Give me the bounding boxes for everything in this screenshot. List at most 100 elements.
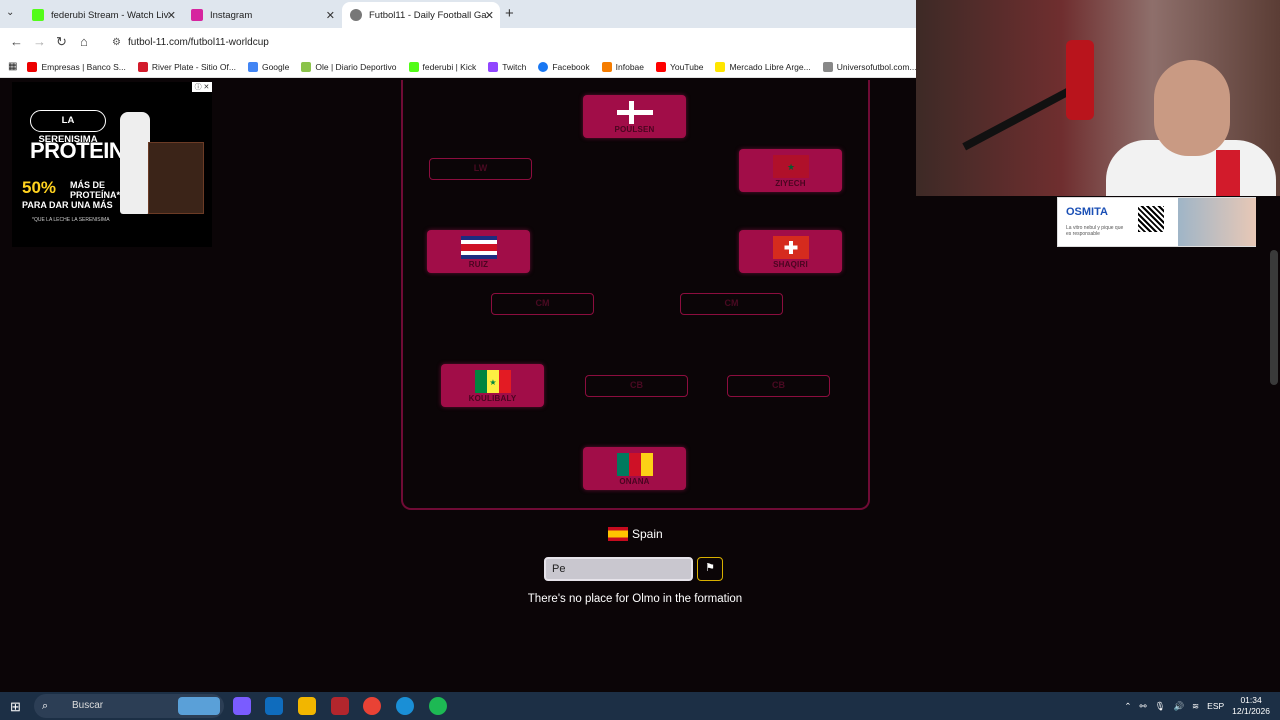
player-card: ★ KOULIBALY [441, 364, 544, 407]
advertisement[interactable]: ⓘ ✕ LA SERENISIMA PROTEIN 50% MÁS DE PRO… [12, 82, 212, 247]
tab-futbol11[interactable]: Futbol11 - Daily Football Game ✕ [342, 2, 500, 28]
bookmark-item[interactable]: River Plate - Sitio Of... [137, 61, 236, 72]
empty-slot-lw[interactable]: LW [429, 158, 532, 180]
url-field[interactable]: ⚙ futbol-11.com/futbol11-worldcup [112, 32, 902, 52]
give-up-button[interactable]: ⚑ [697, 557, 723, 581]
url-text: futbol-11.com/futbol11-worldcup [128, 36, 269, 48]
wifi-icon[interactable]: ≋ [1192, 701, 1199, 712]
spain-flag-icon [608, 527, 628, 541]
reload-icon[interactable]: ↻ [56, 34, 67, 50]
svg-text:★: ★ [489, 378, 496, 387]
close-icon[interactable]: ✕ [167, 9, 176, 22]
language-indicator[interactable]: ESP [1207, 701, 1224, 711]
svg-text:★: ★ [786, 162, 794, 172]
bookmark-icon [715, 61, 726, 72]
forward-icon[interactable]: → [33, 34, 46, 49]
folder-icon[interactable] [298, 697, 316, 715]
switzerland-flag-icon [772, 236, 809, 259]
site-info-icon[interactable]: ⚙ [112, 37, 121, 48]
bookmarks-bar: ▦ Empresas | Banco S... River Plate - Si… [0, 56, 954, 78]
tab-kick[interactable]: federubi Stream - Watch Live o ✕ [24, 2, 182, 28]
bookmark-icon [538, 61, 549, 72]
bookmark-item[interactable]: YouTube [656, 61, 703, 72]
tab-instagram[interactable]: Instagram ✕ [183, 2, 341, 28]
bookmark-item[interactable]: Ole | Diario Deportivo [301, 61, 397, 72]
chevron-up-icon[interactable]: ⌃ [1124, 701, 1131, 712]
bookmark-item[interactable]: Facebook [538, 61, 590, 72]
globe-icon [350, 9, 362, 21]
ad-box-image [148, 142, 204, 214]
bookmark-icon [301, 61, 312, 72]
ad-close-icon[interactable]: ⓘ ✕ [192, 82, 212, 92]
close-icon[interactable]: ✕ [485, 9, 494, 22]
sponsor-banner: OSMITA La vitro nebul y pique que es res… [1057, 197, 1256, 247]
webcam-overlay [916, 0, 1280, 196]
copilot-icon[interactable] [233, 697, 251, 715]
streamer-head [1154, 60, 1230, 156]
tab-search-icon[interactable]: ⌄ [6, 7, 14, 18]
spotify-icon[interactable] [429, 697, 447, 715]
microphone [1066, 40, 1094, 120]
bookmark-item[interactable]: Empresas | Banco S... [27, 61, 126, 72]
apps-icon[interactable]: ▦ [8, 61, 17, 72]
sponsor-logo: OSMITA [1066, 206, 1108, 218]
clock[interactable]: 01:34 12/1/2026 [1232, 695, 1270, 717]
qr-code [1138, 206, 1164, 232]
player-card: SHAQIRI [739, 230, 842, 273]
obs-icon[interactable] [331, 697, 349, 715]
address-bar-row: ← → ↻ ⌂ ⚙ futbol-11.com/futbol11-worldcu… [0, 28, 916, 56]
home-icon[interactable]: ⌂ [80, 34, 88, 49]
close-icon[interactable]: ✕ [326, 9, 335, 22]
back-icon[interactable]: ← [10, 34, 23, 49]
status-message: There's no place for Olmo in the formati… [527, 593, 743, 605]
chrome-icon[interactable] [363, 697, 381, 715]
new-tab-button[interactable]: + [505, 5, 514, 22]
scrollbar[interactable] [1270, 250, 1278, 385]
denmark-flag-icon [616, 101, 653, 124]
empty-slot-cm[interactable]: CM [680, 293, 783, 315]
ad-tagline: PARA DAR UNA MÁS [22, 200, 113, 210]
empty-slot-cb[interactable]: CB [585, 375, 688, 397]
instagram-icon [191, 9, 203, 21]
news-widget-icon[interactable] [178, 697, 220, 715]
windows-start-icon[interactable]: ⊞ [10, 699, 21, 715]
bookmark-item[interactable]: Mercado Libre Arge... [715, 61, 811, 72]
bookmark-icon [822, 61, 833, 72]
bookmark-icon [137, 61, 148, 72]
bookmark-icon [601, 61, 612, 72]
screen: ⌄ federubi Stream - Watch Live o ✕ Insta… [0, 0, 1280, 720]
bookmark-item[interactable]: Infobae [601, 61, 644, 72]
clock-date: 12/1/2026 [1232, 706, 1270, 716]
country-name: Spain [632, 527, 663, 541]
ad-fine-print: *QUE LA LECHE LA SERENISIMA [32, 217, 110, 223]
search-icon: ⌕ [42, 700, 49, 712]
network-icon[interactable]: ⚯ [1140, 701, 1147, 712]
current-country: Spain [608, 527, 663, 541]
player-card: ★ ZIYECH [739, 149, 842, 192]
empty-slot-cm[interactable]: CM [491, 293, 594, 315]
edge-icon[interactable] [396, 697, 414, 715]
empty-slot-cb[interactable]: CB [727, 375, 830, 397]
ad-brand: LA SERENISIMA [30, 110, 106, 145]
tab-bar: ⌄ federubi Stream - Watch Live o ✕ Insta… [0, 0, 916, 28]
player-card: RUIZ [427, 230, 530, 273]
bookmark-icon [656, 61, 667, 72]
clock-time: 01:34 [1240, 695, 1262, 705]
flag-icon: ⚑ [705, 562, 715, 574]
formation-field [401, 80, 870, 510]
speaker-icon[interactable]: 🔊 [1173, 701, 1184, 712]
bookmark-icon [27, 61, 38, 72]
outlook-icon[interactable] [265, 697, 283, 715]
bookmark-item[interactable]: Google [247, 61, 289, 72]
ad-percent: 50% [22, 178, 57, 197]
system-tray: ⌃ ⚯ 🎙 🔊 ≋ ESP 01:34 12/1/2026 [1116, 695, 1270, 717]
bookmark-item[interactable]: Universofutbol.com... [822, 61, 917, 72]
bookmark-item[interactable]: federubi | Kick [408, 61, 476, 72]
bookmark-icon [247, 61, 258, 72]
bookmark-item[interactable]: Twitch [488, 61, 526, 72]
player-guess-input[interactable] [544, 557, 693, 581]
ad-more: MÁS DE PROTEÍNA* [70, 180, 121, 200]
player-card: POULSEN [583, 95, 686, 138]
mic-icon[interactable]: 🎙 [1155, 701, 1166, 712]
shirt-stripe [1216, 150, 1240, 196]
